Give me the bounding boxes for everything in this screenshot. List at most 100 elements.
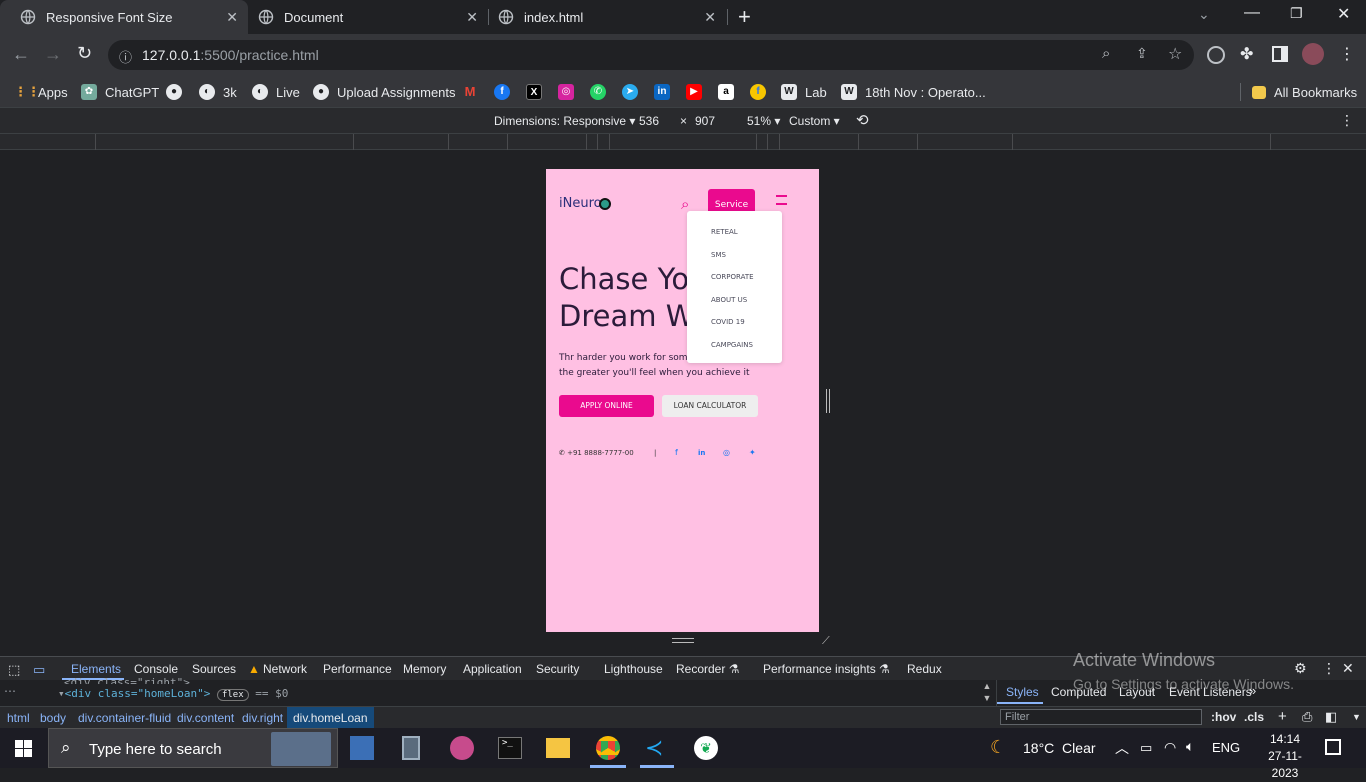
rotate-icon[interactable]: ⟲	[856, 111, 869, 129]
bookmark-facebook[interactable]: f	[494, 83, 518, 101]
paint-app-icon[interactable]	[450, 736, 474, 760]
puzzle-icon[interactable]: ✤	[1240, 44, 1253, 64]
tab-redux[interactable]: Redux	[907, 662, 942, 676]
language-indicator[interactable]: ENG	[1212, 740, 1240, 755]
dropdown-item-corporate[interactable]: CORPORATE	[711, 273, 754, 281]
crumb-container-fluid[interactable]: div.container-fluid	[78, 711, 171, 725]
hov-toggle[interactable]: :hov	[1211, 710, 1236, 724]
bookmark-lab[interactable]: W Lab	[781, 83, 827, 101]
weather-text[interactable]: 18°C Clear	[1023, 740, 1096, 756]
height-input[interactable]: 907	[695, 114, 715, 128]
tab-recorder[interactable]: Recorder ⚗	[676, 662, 739, 676]
bookmark-18th-nov[interactable]: W 18th Nov : Operato...	[841, 83, 986, 101]
devtools-close-icon[interactable]: ✕	[1342, 660, 1354, 677]
extension-icon[interactable]	[1207, 46, 1225, 64]
tab-sources[interactable]: Sources	[192, 662, 236, 676]
apply-online-button[interactable]: APPLY ONLINE	[559, 395, 654, 417]
volume-icon[interactable]: 🔈︎	[1186, 738, 1194, 755]
bookmark-3k[interactable]: ◐ 3k	[199, 83, 237, 101]
linkedin-icon[interactable]: in	[698, 449, 705, 457]
terminal-icon[interactable]: >_	[498, 737, 522, 759]
wifi-icon[interactable]: ◠	[1164, 739, 1176, 756]
notifications-icon[interactable]	[1325, 739, 1341, 755]
bookmark-star-icon[interactable]: ☆	[1168, 44, 1182, 64]
dropdown-item-sms[interactable]: SMS	[711, 251, 726, 259]
tab-network[interactable]: Network	[263, 662, 307, 676]
zoom-icon[interactable]: ⌕	[1102, 45, 1110, 62]
close-icon[interactable]: ✕	[704, 9, 716, 26]
bookmark-linkedin[interactable]: in	[654, 83, 678, 101]
phone-contact[interactable]: ✆ +91 8888-7777-00	[559, 449, 634, 457]
bookmark-apps[interactable]: ⋮⋮ Apps	[14, 83, 68, 101]
close-icon[interactable]: ✕	[226, 9, 238, 26]
resize-handle-corner[interactable]: ⟋	[822, 635, 830, 648]
site-info-icon[interactable]: ⓘ	[119, 47, 132, 66]
reload-icon[interactable]: ↻	[77, 43, 92, 64]
bookmark-flipkart[interactable]: f	[750, 83, 774, 101]
clock[interactable]: 14:14 27-11-2023	[1258, 731, 1312, 782]
paint-icon[interactable]: ⎙	[1302, 709, 1312, 725]
forward-icon[interactable]: →	[44, 44, 62, 65]
width-input[interactable]: 536	[639, 114, 659, 128]
sidebar-toggle-icon[interactable]: ◧	[1325, 709, 1337, 725]
device-toggle-icon[interactable]: ▭	[33, 662, 45, 678]
all-bookmarks[interactable]: All Bookmarks	[1252, 83, 1357, 101]
ellipsis-icon[interactable]: ⋯	[4, 684, 16, 698]
new-tab-button[interactable]: +	[738, 4, 751, 30]
avatar[interactable]	[1302, 43, 1324, 65]
minimize-icon[interactable]: —	[1244, 4, 1260, 22]
tab-performance[interactable]: Performance	[323, 662, 392, 676]
side-panel-icon[interactable]	[1272, 46, 1288, 62]
flex-badge[interactable]: flex	[216, 689, 249, 701]
tab-application[interactable]: Application	[463, 662, 522, 676]
devtools-menu-icon[interactable]: ⋮	[1322, 660, 1336, 677]
bookmark-chatgpt[interactable]: ✿ ChatGPT	[81, 83, 159, 101]
bookmark-gmail[interactable]: M	[462, 83, 486, 101]
cls-toggle[interactable]: .cls	[1244, 710, 1264, 724]
bookmark-x[interactable]: X	[526, 83, 550, 101]
bookmark-github[interactable]: ●	[166, 83, 190, 101]
tab-lighthouse[interactable]: Lighthouse	[604, 662, 663, 676]
more-options-icon[interactable]: ⋮	[1340, 112, 1354, 129]
tab-performance-insights[interactable]: Performance insights ⚗	[763, 662, 890, 676]
crumb-content[interactable]: div.content	[177, 711, 234, 725]
bookmark-amazon[interactable]: a	[718, 83, 742, 101]
dropdown-item-covid-19[interactable]: COVID 19	[711, 318, 745, 326]
dom-line-homeloan[interactable]: ▾<div class="homeLoan"> flex == $0	[58, 687, 288, 701]
dimensions-dropdown[interactable]: Dimensions: Responsive ▾	[494, 114, 635, 128]
calculator-icon[interactable]	[402, 736, 420, 760]
tab-document[interactable]: Document ✕	[238, 0, 488, 34]
address-bar[interactable]: ⓘ 127.0.0.1:5500/practice.html ⌕ ⇪ ☆	[108, 40, 1194, 70]
hamburger-icon[interactable]	[776, 195, 787, 205]
resize-handle-bottom[interactable]	[672, 638, 694, 643]
bookmark-youtube[interactable]: ▶	[686, 83, 710, 101]
remote-desktop-icon[interactable]	[350, 736, 374, 760]
tab-security[interactable]: Security	[536, 662, 579, 676]
tab-responsive-font-size[interactable]: Responsive Font Size ✕	[0, 0, 248, 34]
share-icon[interactable]: ⇪	[1136, 45, 1148, 62]
side-tab-styles[interactable]: Styles	[1006, 685, 1039, 699]
loan-calculator-button[interactable]: LOAN CALCULATOR	[662, 395, 758, 417]
dom-line-right[interactable]: <div class="right">	[64, 676, 190, 684]
taskbar-search-box[interactable]: ⌕ Type here to search	[48, 728, 338, 768]
dropdown-item-about-us[interactable]: ABOUT US	[711, 296, 747, 304]
bookmark-live[interactable]: ◐ Live	[252, 83, 300, 101]
close-icon[interactable]: ✕	[466, 9, 478, 26]
tab-memory[interactable]: Memory	[403, 662, 446, 676]
url-text[interactable]: 127.0.0.1:5500/practice.html	[142, 47, 319, 63]
tab-search-icon[interactable]: ⌄	[1198, 6, 1210, 23]
dropdown-item-campgains[interactable]: CAMPGAINS	[711, 341, 753, 349]
instagram-icon[interactable]: ◎	[723, 448, 730, 457]
file-explorer-icon[interactable]	[546, 738, 570, 758]
tray-chevron-icon[interactable]: ︿	[1115, 738, 1129, 758]
restore-icon[interactable]: ❐	[1290, 5, 1303, 22]
tab-elements[interactable]: Elements	[71, 662, 121, 676]
menu-kebab-icon[interactable]: ⋮	[1339, 44, 1355, 64]
window-close-icon[interactable]: ✕	[1337, 4, 1350, 24]
bookmark-telegram[interactable]: ➤	[622, 83, 646, 101]
chrome-icon[interactable]	[596, 736, 620, 760]
tab-index-html[interactable]: index.html ✕	[478, 0, 726, 34]
throttle-dropdown[interactable]: Custom ▾	[789, 114, 840, 128]
scroll-down-icon[interactable]: ▼	[1352, 712, 1361, 722]
back-icon[interactable]: ←	[12, 44, 30, 65]
